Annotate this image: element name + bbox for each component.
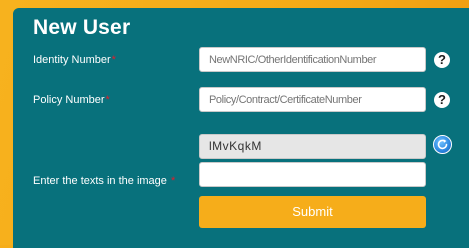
required-asterisk: * [105, 94, 110, 106]
refresh-icon[interactable] [433, 135, 452, 154]
new-user-form: New User Identity Number* ? Policy Numbe… [13, 8, 469, 248]
policy-number-label-text: Policy Number [33, 94, 105, 106]
identity-number-label: Identity Number* [33, 53, 116, 67]
question-circle-icon[interactable]: ? [434, 92, 450, 108]
policy-number-input[interactable] [199, 87, 426, 112]
captcha-label-text: Enter the texts in the image [33, 175, 167, 187]
policy-number-label: Policy Number* [33, 93, 110, 107]
form-title: New User [33, 16, 131, 39]
identity-number-label-text: Identity Number [33, 54, 111, 66]
question-circle-icon[interactable]: ? [434, 52, 450, 68]
refresh-arrow-glyph [437, 139, 448, 150]
captcha-input[interactable] [199, 162, 426, 187]
required-asterisk: * [170, 175, 176, 187]
required-asterisk: * [111, 54, 116, 66]
identity-number-input[interactable] [199, 47, 426, 72]
captcha-label: Enter the texts in the image * [33, 174, 175, 188]
submit-button[interactable]: Submit [199, 196, 426, 228]
captcha-image: lMvKqkM [199, 134, 426, 159]
